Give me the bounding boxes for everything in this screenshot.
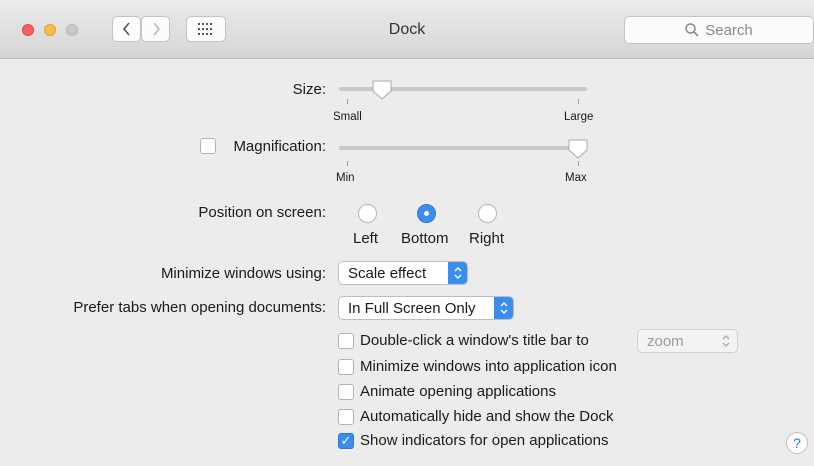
search-placeholder: Search [705,21,753,39]
magnification-slider-thumb[interactable] [567,138,589,160]
up-down-arrows-icon [448,262,467,284]
double-click-action-popup[interactable]: zoom [637,329,738,353]
magnification-max-label: Max [565,172,587,184]
minimize-label: Minimize windows using: [160,265,326,282]
magnification-checkbox[interactable] [200,138,216,154]
checkmark-icon: ✓ [340,433,352,448]
position-right-label: Right [469,230,505,247]
show-indicators-label: Show indicators for open applications [360,432,609,449]
size-min-label: Small [333,111,362,123]
double-click-label: Double-click a window's title bar to [360,332,589,349]
title-bar: Dock Search [0,0,814,59]
size-tick-min [347,99,348,104]
minimize-into-icon-label: Minimize windows into application icon [360,358,617,375]
position-left-radio[interactable] [358,204,377,223]
animate-opening-label: Animate opening applications [360,383,556,400]
position-bottom-label: Bottom [401,230,449,247]
animate-opening-checkbox[interactable] [338,384,354,400]
size-max-label: Large [564,111,594,123]
minimize-into-icon-checkbox[interactable] [338,359,354,375]
position-label: Position on screen: [198,204,326,221]
help-button[interactable]: ? [786,432,808,454]
position-left-label: Left [353,230,379,247]
position-bottom-radio[interactable] [417,204,436,223]
double-click-action-value: zoom [647,332,684,350]
size-slider-thumb[interactable] [371,79,393,101]
magnification-tick-max [578,161,579,166]
search-field[interactable]: Search [624,16,814,44]
magnification-tick-min [347,161,348,166]
minimize-effect-value: Scale effect [348,264,427,282]
magnification-slider-track[interactable] [339,146,587,150]
size-label: Size: [292,81,326,98]
prefer-tabs-popup[interactable]: In Full Screen Only [338,296,514,320]
up-down-arrows-icon [494,297,513,319]
prefer-tabs-value: In Full Screen Only [348,299,476,317]
position-right-radio[interactable] [478,204,497,223]
size-tick-max [578,99,579,104]
magnification-min-label: Min [336,172,355,184]
autohide-dock-label: Automatically hide and show the Dock [360,408,614,425]
minimize-effect-popup[interactable]: Scale effect [338,261,468,285]
up-down-arrows-icon [722,335,730,347]
magnification-label: Magnification: [233,138,326,155]
autohide-dock-checkbox[interactable] [338,409,354,425]
prefer-tabs-label: Prefer tabs when opening documents: [73,299,326,316]
search-icon [685,23,699,37]
show-indicators-checkbox[interactable]: ✓ [338,433,354,449]
double-click-checkbox[interactable] [338,333,354,349]
